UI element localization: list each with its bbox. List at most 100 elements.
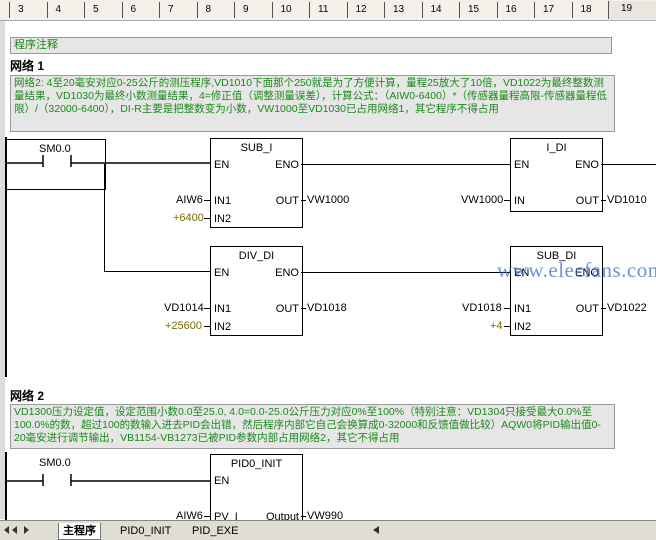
out-wire [301,308,306,309]
power-rail-2 [5,452,7,520]
out-wire [301,200,306,201]
sub-i-out-operand[interactable]: VW1000 [307,194,349,206]
scroll-left-icon[interactable] [372,525,380,535]
out-wire [601,200,606,201]
block-title: I_DI [546,142,567,154]
en-pin: EN [214,475,230,487]
network-2-comment[interactable]: VD1300压力设定值，设定范围小数0.0至25.0, 4.0=0.0-25.0… [10,404,615,449]
ruler-separator [459,2,460,18]
in2-pin: IN2 [214,213,232,225]
ruler-separator [84,2,85,18]
en-pin: EN [214,159,230,171]
i-di-in-operand[interactable]: VW1000 [461,194,503,206]
eno-pin: ENO [575,159,599,171]
div-di-block[interactable]: DIV_DI EN ENO IN1 OUT IN2 [210,246,303,336]
ruler-tick-13: 13 [393,4,405,15]
out-pin: OUT [275,195,299,207]
sub-di-in1-operand[interactable]: VD1018 [462,302,502,314]
in-wire [504,326,510,327]
ruler-tick-8: 8 [205,4,212,15]
in1-pin: IN1 [214,303,232,315]
tab-scroll-arrows-icon[interactable] [2,525,32,535]
tab-pid-exe[interactable]: PID_EXE [188,523,242,539]
branch-wire-h [104,271,210,272]
eno-wire [301,272,510,273]
ruler-separator [496,2,498,18]
ruler-tick-18: 18 [580,4,592,15]
ruler-tick-15: 15 [468,4,480,15]
div-di-in1-operand[interactable]: VD1014 [164,302,204,314]
ruler-tick-16: 16 [505,4,517,15]
ruler-separator [309,2,310,18]
eno-pin: ENO [275,159,299,171]
in-pin: IN [514,195,525,207]
in1-pin: IN1 [214,195,232,207]
tab-pid0-init[interactable]: PID0_INIT [116,523,175,539]
sub-i-in1-operand[interactable]: AIW6 [176,194,203,206]
i-di-out-operand[interactable]: VD1010 [607,194,647,206]
sub-i-block[interactable]: SUB_I EN ENO IN1 OUT IN2 [210,138,303,228]
network-1-label[interactable]: 网络 1 [10,57,44,74]
sub-di-in2-operand[interactable]: +4 [490,320,503,332]
watermark: www.elecfans.com [497,258,656,282]
contact-sm0-0-net2[interactable] [7,474,212,486]
ruler-tick-14: 14 [430,4,442,15]
out-pin: OUT [275,303,299,315]
ruler-separator [346,2,348,18]
ruler-separator [121,2,123,18]
ruler-tick-10: 10 [280,4,292,15]
div-di-out-operand[interactable]: VD1018 [307,302,347,314]
eno-pin: ENO [275,267,299,279]
ruler-separator [196,2,198,18]
network-2-label[interactable]: 网络 2 [10,387,44,404]
ruler-separator [271,2,273,18]
block-title: PID0_INIT [230,458,283,470]
in1-pin: IN1 [514,303,532,315]
in-wire [204,218,210,219]
ruler-separator [159,2,160,18]
program-comment[interactable]: 程序注释 [10,37,612,54]
block-title: DIV_DI [238,250,275,262]
in-wire [204,326,210,327]
in2-pin: IN2 [514,321,532,333]
ruler-separator [46,2,48,18]
in2-pin: IN2 [214,321,232,333]
in-wire [504,200,510,201]
out-pin: OUT [575,195,599,207]
network-1-comment[interactable]: 网络2: 4至20毫安对应0-25公斤的测压程序,VD1010下面那个250就是… [10,75,615,132]
ruler-tick-3: 3 [18,4,24,15]
sub-i-in2-operand[interactable]: +6400 [173,212,204,224]
ruler-tick-9: 9 [243,4,249,15]
div-di-in2-operand[interactable]: +25600 [165,320,202,332]
i-di-block[interactable]: I_DI EN ENO IN OUT [510,138,603,212]
in-wire [204,308,210,309]
program-tabs: 主程序 PID0_INIT PID_EXE [0,520,656,540]
ruler-tick-12: 12 [355,4,367,15]
ruler: 3 4 5 6 7 8 9 10 11 12 13 14 15 16 17 18 19 [0,0,656,21]
en-pin: EN [514,159,530,171]
in-wire [504,308,510,309]
ruler-separator [534,2,535,18]
ruler-tick-11: 11 [318,4,329,15]
ruler-tick-6: 6 [130,4,137,15]
ruler-separator [234,2,235,18]
ruler-separator [384,2,385,18]
ruler-separator [421,2,423,18]
contact-address: SM0.0 [39,457,71,469]
eno-wire [301,164,510,165]
eno-wire [601,164,656,165]
sub-di-out-operand[interactable]: VD1022 [607,302,647,314]
out-pin: OUT [575,303,599,315]
out-wire [601,308,606,309]
in-wire [204,200,210,201]
ruler-tick-7: 7 [168,4,174,15]
ruler-tick-5: 5 [93,4,99,15]
ruler-tick-17: 17 [543,4,555,15]
branch-wire [104,164,105,272]
ruler-separator [571,2,573,18]
out-wire [301,516,306,517]
block-title: SUB_I [240,142,273,154]
ruler-last-column: 19 [608,1,656,19]
en-pin: EN [214,267,230,279]
tab-main-program[interactable]: 主程序 [58,523,101,540]
